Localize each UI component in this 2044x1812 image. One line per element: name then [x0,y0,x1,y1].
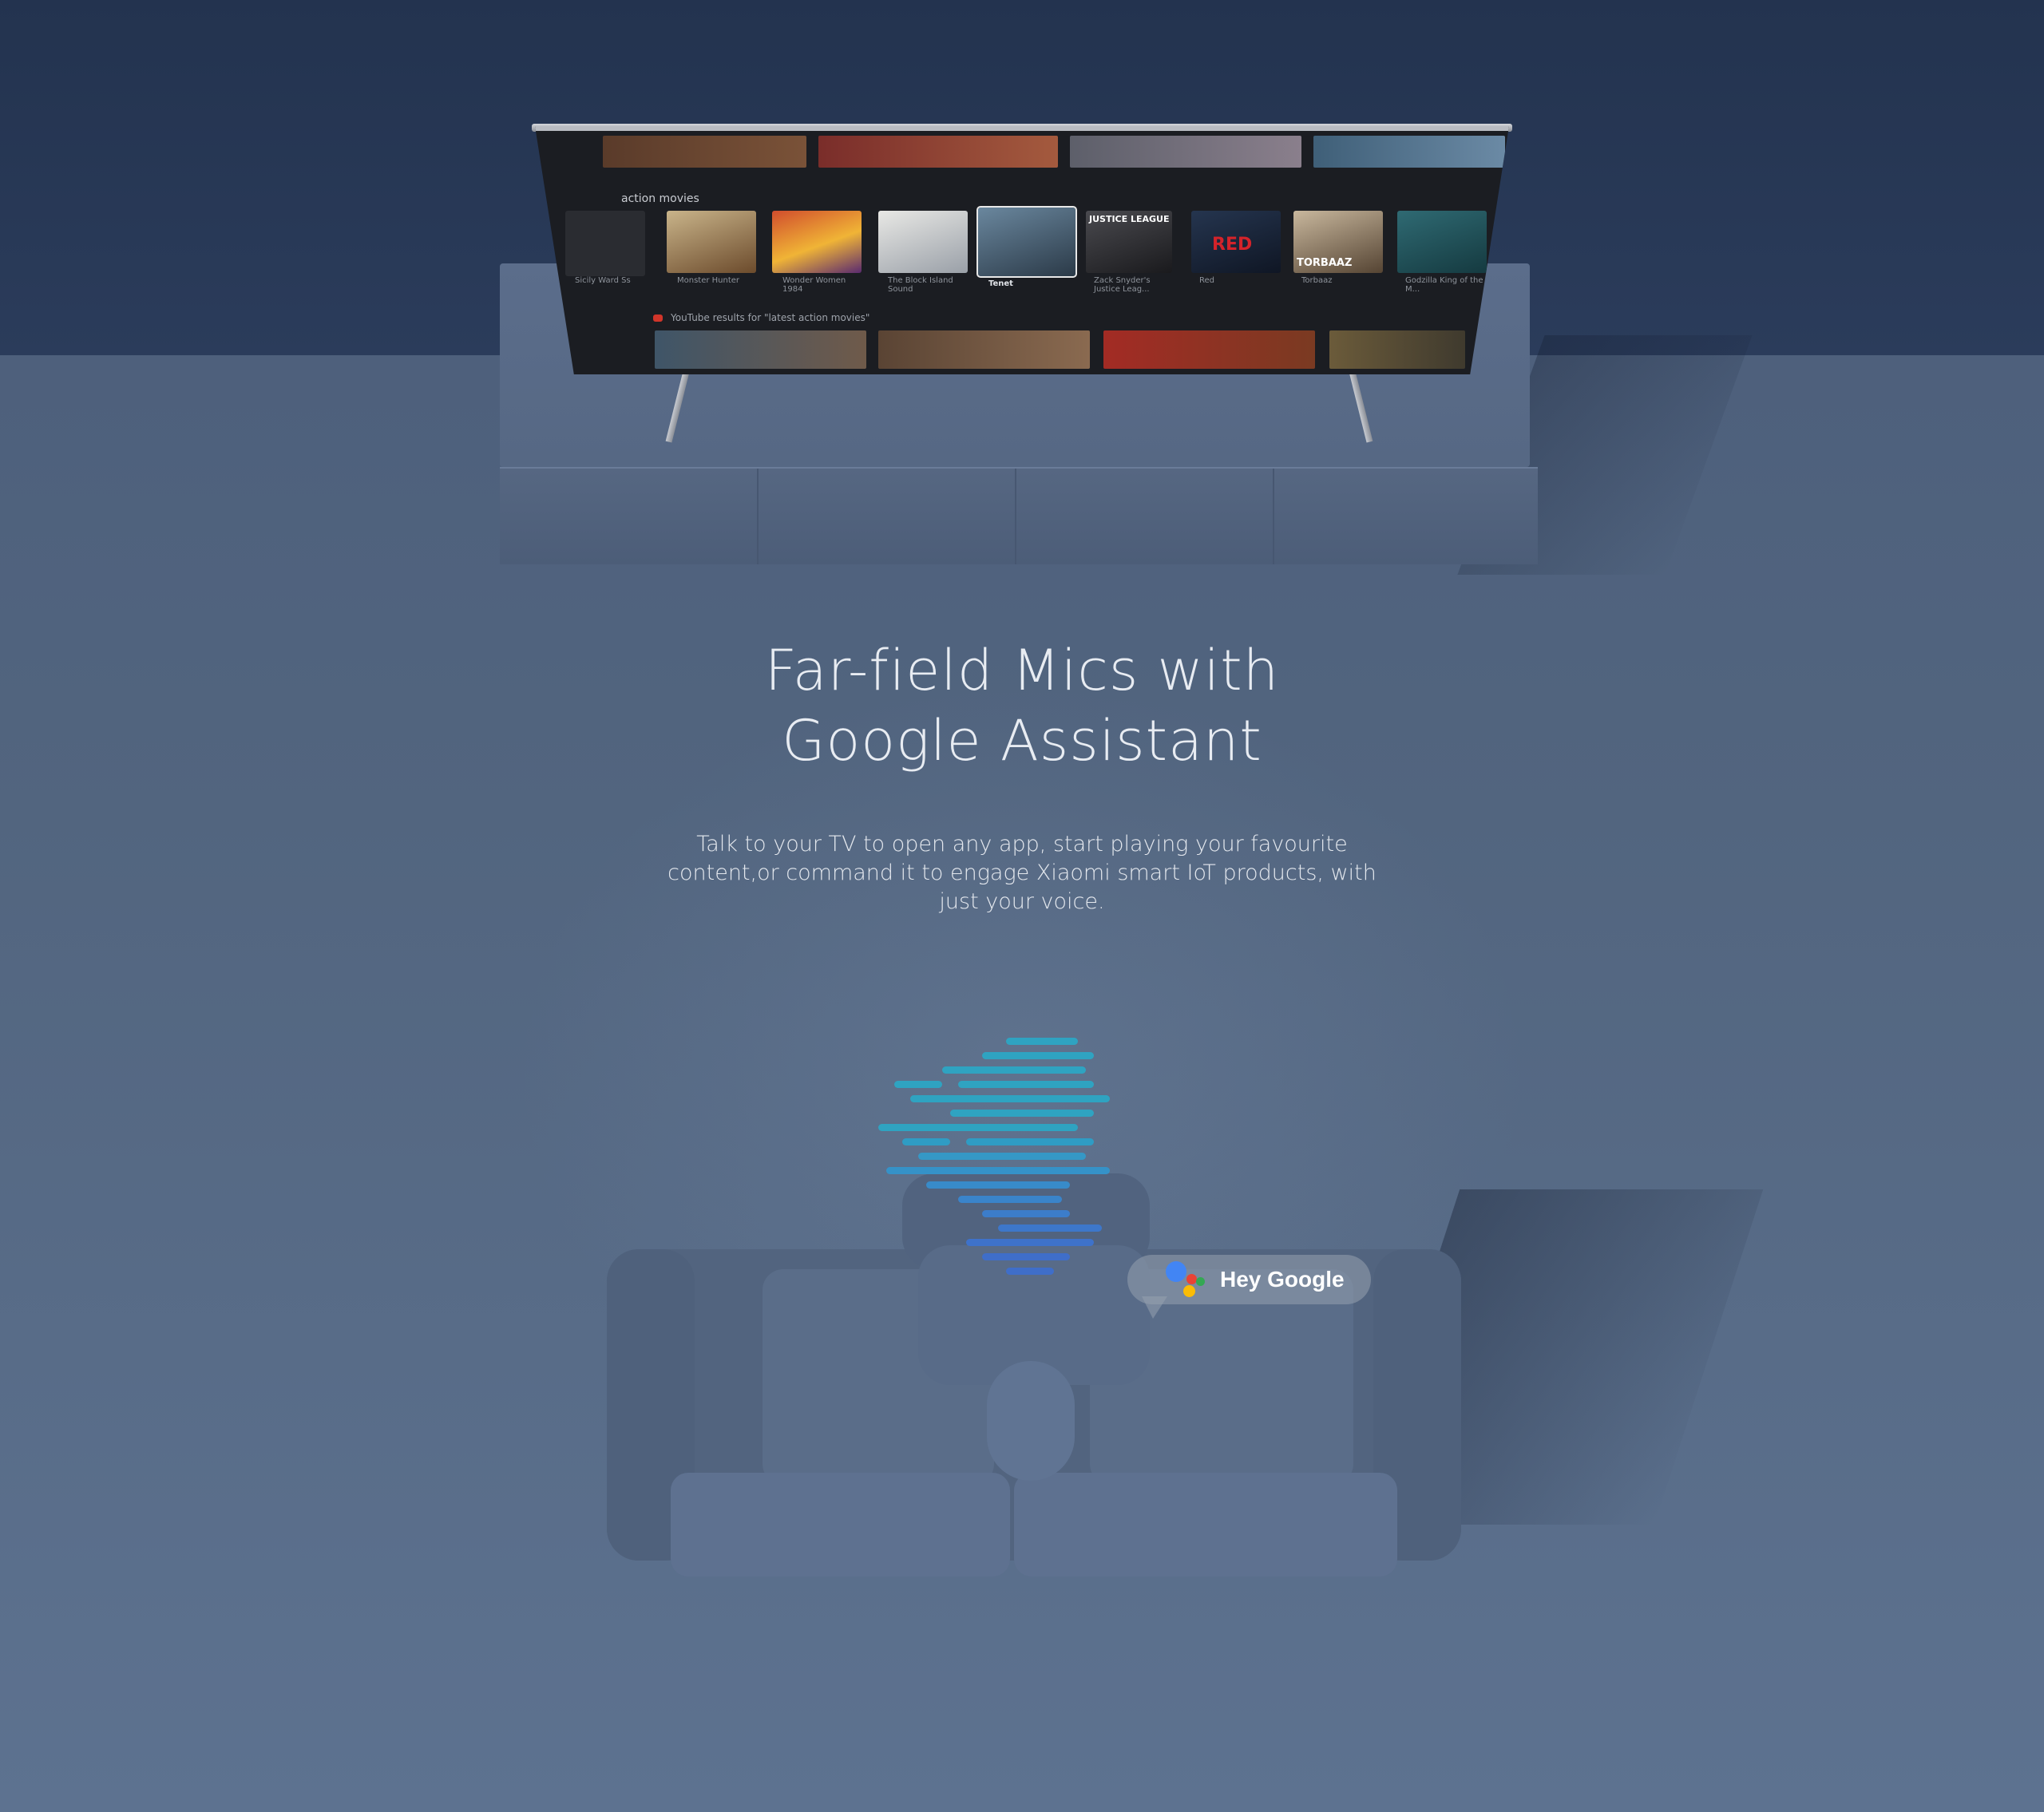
voice-wave-bar [982,1210,1070,1217]
poster-caption: The Block Island Sound [888,276,953,294]
poster-caption: Tenet [988,279,1013,288]
sofa-seat [1014,1473,1397,1577]
person-head [987,1361,1075,1481]
poster-caption: Zack Snyder's Justice Leag... [1094,276,1151,294]
stand-door-divider [757,469,759,564]
thumbnail [818,136,1058,168]
voice-wave-bar [950,1110,1094,1117]
poster[interactable]: TORBAAZ [1293,211,1383,273]
thumbnail [1313,136,1505,168]
voice-wave-bar [1006,1038,1078,1045]
youtube-icon [653,315,663,322]
poster-caption: Godzilla King of the M... [1405,276,1483,294]
voice-wave-bar [966,1138,1094,1145]
voice-wave-bar [926,1181,1070,1189]
voice-wave-bar [942,1066,1086,1074]
poster-caption: Monster Hunter [677,276,740,285]
assistant-dot-red [1186,1274,1197,1284]
voice-wave-bar [878,1124,1078,1131]
feature-title-line: Far-field Mics with [764,638,1280,703]
voice-wave-bar [910,1095,1110,1102]
voice-wave-bar [1006,1268,1054,1275]
poster-caption: Sicily Ward Ss [575,276,631,285]
tv-screen: action movies JUSTICE LEAGUE RED TORBAAZ… [535,126,1509,374]
voice-wave-bar [982,1052,1094,1059]
poster-focused[interactable] [976,206,1077,278]
poster[interactable]: RED [1191,211,1281,273]
stand-door-divider [1273,469,1274,564]
feature-title-line: Google Assistant [782,708,1262,773]
assistant-bubble-tail [1142,1296,1167,1319]
poster[interactable]: JUSTICE LEAGUE [1086,211,1172,273]
voice-wave-bar [886,1167,1110,1174]
poster[interactable] [667,211,756,273]
video-thumbnail[interactable] [878,330,1090,369]
poster[interactable] [1397,211,1487,273]
sofa-seat [671,1473,1010,1577]
assistant-dot-yellow [1183,1285,1195,1297]
voice-wave-bar [918,1153,1086,1160]
assistant-bubble-label: Hey Google [1220,1267,1345,1292]
video-thumbnail[interactable] [1103,330,1315,369]
voice-wave-bar [958,1081,1094,1088]
video-thumbnail[interactable] [655,330,866,369]
poster-tag: JUSTICE LEAGUE [1089,214,1170,224]
search-results-label: YouTube results for "latest action movie… [671,312,870,323]
assistant-dot-blue [1166,1261,1186,1282]
voice-wave-bar [998,1224,1102,1232]
poster-tag: TORBAAZ [1297,257,1353,269]
poster[interactable] [565,211,645,276]
feature-description: Talk to your TV to open any app, start p… [667,832,1377,914]
video-thumbnail[interactable] [1329,330,1465,369]
voice-wave-bar [958,1196,1062,1203]
voice-wave-bar [894,1081,942,1088]
tv-stand-front [500,467,1538,564]
thumbnail [1070,136,1301,168]
stand-door-divider [1015,469,1016,564]
poster-caption: Red [1199,276,1214,285]
poster[interactable] [878,211,968,273]
row-title: action movies [621,192,699,205]
poster-caption: Wonder Women 1984 [782,276,846,294]
scene: action movies JUSTICE LEAGUE RED TORBAAZ… [0,0,2044,1812]
poster-tag: RED [1212,235,1253,255]
voice-wave-bar [982,1253,1070,1260]
voice-wave-bar [902,1138,950,1145]
thumbnail [603,136,806,168]
feature-title: Far-field Mics with Google Assistant [623,635,1421,776]
voice-wave-bar [966,1239,1094,1246]
poster[interactable] [772,211,862,273]
assistant-dot-green [1196,1277,1205,1286]
poster-caption: Torbaaz [1301,276,1333,285]
google-assistant-icon [1166,1261,1206,1300]
